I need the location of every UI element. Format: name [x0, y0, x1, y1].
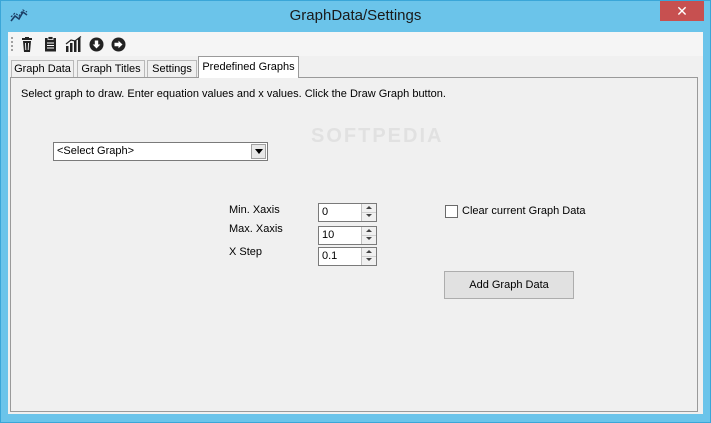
x-step-spinner[interactable]: 0.1 [318, 247, 377, 266]
graph-select-value: <Select Graph> [57, 145, 135, 157]
min-xaxis-label: Min. Xaxis [229, 204, 280, 216]
max-xaxis-value[interactable]: 10 [322, 229, 334, 241]
clear-graph-data-label[interactable]: Clear current Graph Data [462, 205, 586, 217]
toolbar [8, 32, 703, 56]
client-area: Graph Data Graph Titles Settings Predefi… [8, 32, 703, 414]
spin-buttons [361, 227, 376, 244]
spin-down-icon[interactable] [362, 235, 376, 243]
title-bar[interactable]: GraphData/Settings ✕ [1, 1, 710, 32]
clear-graph-data-checkbox[interactable] [445, 205, 458, 218]
clipboard-icon[interactable] [41, 35, 59, 53]
x-step-value[interactable]: 0.1 [322, 250, 337, 262]
max-xaxis-label: Max. Xaxis [229, 223, 283, 235]
graph-select[interactable]: <Select Graph> [53, 142, 268, 161]
watermark: SOFTPEDIA [311, 125, 444, 147]
predefined-graphs-panel: SOFTPEDIA Select graph to draw. Enter eq… [10, 77, 698, 412]
close-button[interactable]: ✕ [660, 1, 704, 21]
tab-settings[interactable]: Settings [147, 60, 197, 77]
tab-predefined-graphs[interactable]: Predefined Graphs [198, 56, 299, 78]
window-title: GraphData/Settings [289, 7, 422, 24]
toolbar-grip[interactable] [11, 36, 13, 52]
add-graph-data-button[interactable]: Add Graph Data [444, 271, 574, 299]
spin-buttons [361, 248, 376, 265]
min-xaxis-spinner[interactable]: 0 [318, 203, 377, 222]
spin-down-icon[interactable] [362, 256, 376, 264]
tab-strip: Graph Data Graph Titles Settings Predefi… [8, 56, 703, 78]
tab-graph-titles[interactable]: Graph Titles [77, 60, 145, 77]
instructions-text: Select graph to draw. Enter equation val… [21, 88, 446, 100]
arrow-right-icon[interactable] [109, 35, 127, 53]
spin-buttons [361, 204, 376, 221]
min-xaxis-value[interactable]: 0 [322, 206, 328, 218]
chart-icon[interactable] [64, 35, 82, 53]
arrow-down-icon[interactable] [87, 35, 105, 53]
spin-down-icon[interactable] [362, 212, 376, 220]
app-window: GraphData/Settings ✕ Graph Data Graph Ti… [0, 0, 711, 423]
x-step-label: X Step [229, 246, 263, 258]
delete-icon[interactable] [18, 35, 36, 53]
tab-graph-data[interactable]: Graph Data [11, 60, 74, 77]
dropdown-arrow-icon[interactable] [251, 144, 266, 159]
max-xaxis-spinner[interactable]: 10 [318, 226, 377, 245]
